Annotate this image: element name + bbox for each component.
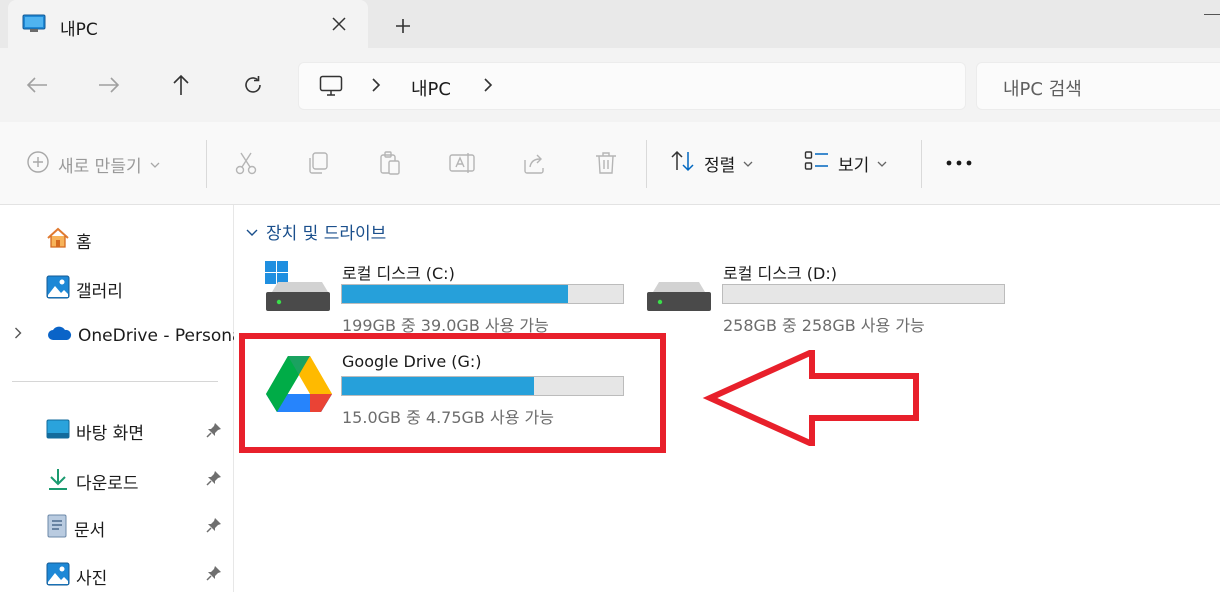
drive-name: 로컬 디스크 (D:) [723, 264, 837, 283]
sort-icon [670, 150, 696, 177]
copy-icon[interactable] [303, 148, 333, 178]
sidebar-item-label: 사진 [76, 569, 108, 589]
share-icon[interactable] [519, 148, 549, 178]
plus-icon[interactable] [388, 11, 418, 41]
toolbar-divider [921, 140, 922, 188]
cut-icon[interactable] [231, 148, 261, 178]
gallery-icon [46, 275, 70, 304]
drive-item-c[interactable]: 로컬 디스크 (C:) 199GB 중 39.0GB 사용 가능 [234, 260, 634, 340]
drive-free-space: 258GB 중 258GB 사용 가능 [723, 316, 925, 335]
download-icon [46, 467, 70, 496]
highlight-box [239, 333, 666, 453]
breadcrumb-this-pc[interactable]: 내PC [411, 75, 451, 101]
more-horizontal-icon[interactable] [944, 148, 974, 178]
sidebar-item-label: 문서 [74, 521, 106, 541]
navigation-bar: 내PC 내PC 검색 [0, 48, 1220, 122]
plus-circle-icon [26, 150, 50, 179]
navigation-pane: 홈 갤러리 OneDrive - Persona 바탕 화면 다운로드 문서 사… [0, 205, 242, 592]
sidebar-item-label: 다운로드 [76, 474, 139, 494]
pin-icon[interactable] [206, 517, 222, 537]
sort-label: 정렬 [704, 156, 736, 176]
desktop-icon [46, 419, 70, 444]
drive-name: 로컬 디스크 (C:) [342, 264, 455, 283]
tab-title: 내PC [60, 20, 98, 40]
arrow-right-icon[interactable] [94, 70, 124, 100]
arrow-up-icon[interactable] [166, 70, 196, 100]
view-label: 보기 [838, 156, 870, 176]
pictures-icon [46, 562, 70, 591]
chevron-down-icon [246, 222, 258, 242]
drive-item-d[interactable]: 로컬 디스크 (D:) 258GB 중 258GB 사용 가능 [615, 260, 1015, 340]
windows-drive-icon [264, 260, 332, 318]
sidebar-item-onedrive[interactable]: OneDrive - Persona [46, 324, 242, 347]
close-icon[interactable] [326, 11, 352, 37]
home-icon [46, 227, 70, 254]
pin-icon[interactable] [206, 422, 222, 442]
view-button[interactable]: 보기 [804, 150, 887, 177]
toolbar-divider [646, 140, 647, 188]
new-button[interactable]: 새로 만들기 [26, 150, 160, 179]
sidebar-item-gallery[interactable]: 갤러리 [46, 275, 123, 304]
usage-bar [722, 284, 1005, 304]
usage-bar-fill [342, 285, 568, 303]
new-label: 새로 만들기 [58, 157, 142, 177]
paste-icon[interactable] [375, 148, 405, 178]
pc-monitor-icon [22, 14, 46, 38]
chevron-down-icon [743, 157, 753, 170]
pin-icon[interactable] [206, 470, 222, 490]
tab-this-pc[interactable]: 내PC [8, 0, 368, 48]
breadcrumb-chevron-icon[interactable] [483, 77, 493, 97]
rename-icon[interactable] [447, 148, 477, 178]
tab-strip: 내PC [0, 0, 1220, 48]
minimize-button[interactable] [1204, 14, 1220, 15]
sort-button[interactable]: 정렬 [670, 150, 753, 177]
chevron-down-icon [877, 157, 887, 170]
sidebar-item-home[interactable]: 홈 [46, 227, 92, 254]
usage-bar [341, 284, 624, 304]
view-icon [804, 150, 830, 177]
search-input[interactable]: 내PC 검색 [976, 62, 1220, 110]
sidebar-item-desktop[interactable]: 바탕 화면 [46, 419, 144, 444]
sidebar-item-label: 홈 [76, 233, 92, 253]
breadcrumb-chevron-icon[interactable] [371, 77, 381, 97]
sidebar-item-label: 바탕 화면 [76, 424, 144, 444]
address-bar[interactable]: 내PC [298, 62, 966, 110]
group-title: 장치 및 드라이브 [266, 224, 387, 244]
command-bar: 새로 만들기 정렬 보기 [0, 122, 1220, 205]
sidebar-item-label: 갤러리 [76, 282, 123, 302]
pc-monitor-icon [319, 75, 343, 101]
group-header-devices[interactable]: 장치 및 드라이브 [246, 219, 386, 244]
refresh-icon[interactable] [238, 70, 268, 100]
annotation-arrow-icon [702, 350, 919, 446]
chevron-down-icon [150, 158, 160, 171]
document-icon [46, 514, 68, 543]
sidebar-item-downloads[interactable]: 다운로드 [46, 467, 139, 496]
delete-icon[interactable] [591, 148, 621, 178]
sidebar-item-documents[interactable]: 문서 [46, 514, 105, 543]
drive-icon [645, 280, 713, 318]
search-placeholder: 내PC 검색 [1003, 79, 1082, 100]
toolbar-divider [206, 140, 207, 188]
arrow-left-icon[interactable] [22, 70, 52, 100]
sidebar-item-pictures[interactable]: 사진 [46, 562, 107, 591]
pin-icon[interactable] [206, 565, 222, 585]
sidebar-item-label: OneDrive - Persona [78, 325, 243, 346]
cloud-icon [46, 324, 72, 347]
sidebar-divider [12, 381, 218, 382]
chevron-right-icon[interactable] [14, 327, 22, 343]
